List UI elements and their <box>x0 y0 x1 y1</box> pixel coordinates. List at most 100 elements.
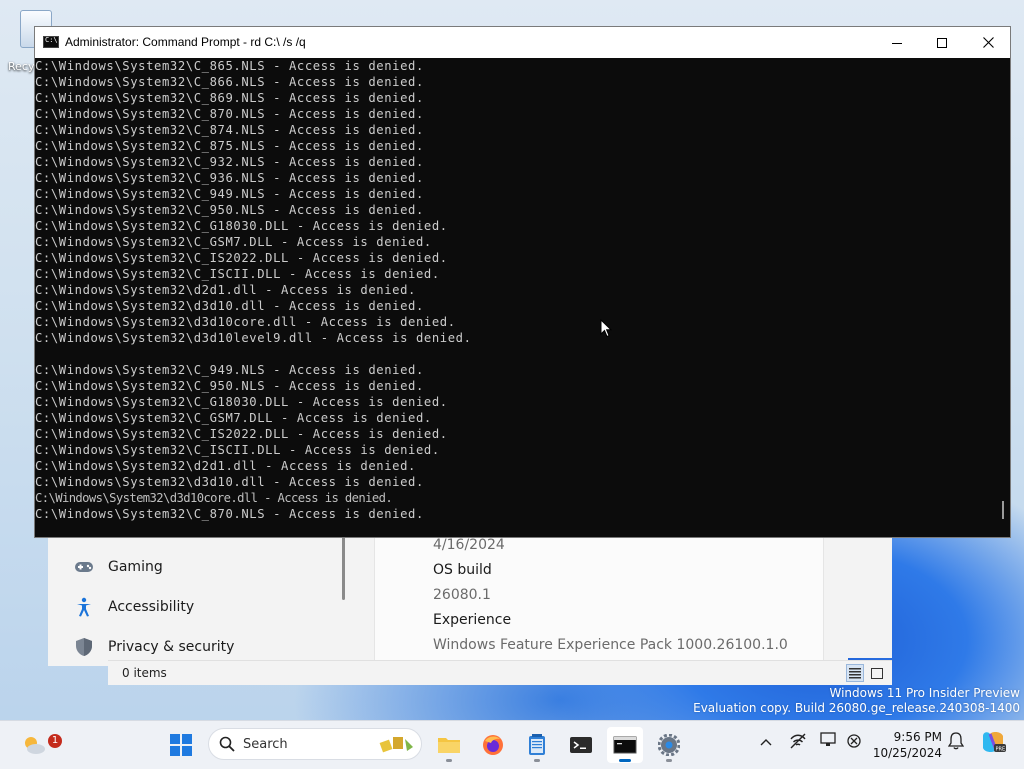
explorer-status-bar: 0 items <box>108 660 892 685</box>
svg-text:PRE: PRE <box>996 747 1006 753</box>
gamepad-icon <box>74 557 94 577</box>
shield-icon <box>74 637 94 657</box>
details-view-button[interactable] <box>846 664 864 682</box>
console-line: C:\Windows\System32\C_950.NLS - Access i… <box>35 203 424 217</box>
experience-value: Windows Feature Experience Pack 1000.261… <box>433 637 788 653</box>
settings-nav: Gaming Accessibility Privacy & security <box>48 536 344 666</box>
taskbar-clock[interactable]: 9:56 PM 10/25/2024 <box>870 729 942 761</box>
taskbar-firefox[interactable] <box>475 727 511 763</box>
console-line: C:\Windows\System32\C_IS2022.DLL - Acces… <box>35 251 448 265</box>
start-button[interactable] <box>163 727 199 763</box>
terminal-icon <box>570 737 592 753</box>
volume-muted-icon[interactable] <box>846 733 862 752</box>
console-line: C:\Windows\System32\C_G18030.DLL - Acces… <box>35 219 448 233</box>
minimize-icon <box>892 42 902 44</box>
firefox-icon <box>483 735 503 755</box>
console-line: C:\Windows\System32\C_870.NLS - Access i… <box>35 107 424 121</box>
watermark-edition: Windows 11 Pro Insider Preview <box>829 686 1020 700</box>
settings-gear-icon <box>658 734 680 756</box>
console-line: C:\Windows\System32\C_870.NLS - Access i… <box>35 507 424 521</box>
weather-widget[interactable]: 1 <box>16 727 62 763</box>
cmd-app-icon <box>43 36 59 48</box>
console-line: C:\Windows\System32\C_866.NLS - Access i… <box>35 75 424 89</box>
explorer-window-edge <box>848 536 892 658</box>
nav-item-accessibility[interactable]: Accessibility <box>74 595 194 619</box>
nav-item-privacy-security[interactable]: Privacy & security <box>74 635 234 659</box>
console-line: C:\Windows\System32\C_932.NLS - Access i… <box>35 155 424 169</box>
nav-label-gaming: Gaming <box>108 559 163 575</box>
taskbar-search-box[interactable]: Search <box>208 728 422 760</box>
search-label: Search <box>243 737 288 752</box>
weather-notification-badge: 1 <box>48 734 62 748</box>
cmd-titlebar[interactable]: Administrator: Command Prompt - rd C:\ /… <box>35 27 1010 58</box>
console-line: C:\Windows\System32\C_949.NLS - Access i… <box>35 187 424 201</box>
maximize-button[interactable] <box>919 27 965 58</box>
console-line: C:\Windows\System32\d3d10core.dll - Acce… <box>35 315 456 329</box>
console-line: C:\Windows\System32\d3d10.dll - Access i… <box>35 299 424 313</box>
network-status-icon[interactable] <box>789 733 807 752</box>
copilot-icon[interactable]: PRE <box>980 730 1006 757</box>
notepad-icon <box>529 734 545 755</box>
chevron-up-icon <box>760 739 772 746</box>
clock-time: 9:56 PM <box>893 730 942 744</box>
notifications-bell-icon[interactable] <box>947 732 965 753</box>
console-line: C:\Windows\System32\C_874.NLS - Access i… <box>35 123 424 137</box>
command-prompt-icon <box>613 736 637 754</box>
console-line: C:\Windows\System32\C_IS2022.DLL - Acces… <box>35 427 448 441</box>
folder-icon <box>438 738 460 753</box>
nav-label-privacy-security: Privacy & security <box>108 639 235 655</box>
os-build-value: 26080.1 <box>433 587 491 603</box>
install-date-value: 4/16/2024 <box>433 537 505 553</box>
close-icon <box>982 37 994 48</box>
taskbar-file-explorer[interactable] <box>431 727 467 763</box>
console-line: C:\Windows\System32\d3d10core.dll - Acce… <box>35 491 393 505</box>
console-line: C:\Windows\System32\C_ISCII.DLL - Access… <box>35 443 440 457</box>
console-line: C:\Windows\System32\C_869.NLS - Access i… <box>35 91 424 105</box>
weather-icon <box>25 737 45 754</box>
taskbar-command-prompt[interactable] <box>607 727 643 763</box>
taskbar-notepad[interactable] <box>519 727 555 763</box>
console-line: C:\Windows\System32\d3d10level9.dll - Ac… <box>35 331 472 345</box>
windows-logo-icon <box>170 734 192 756</box>
console-line: C:\Windows\System32\d2d1.dll - Access is… <box>35 283 416 297</box>
taskbar: 1 Search 9:56 PM 10/25/2024 PRE <box>0 720 1024 769</box>
console-line: C:\Windows\System32\C_ISCII.DLL - Access… <box>35 267 440 281</box>
display-icon[interactable] <box>820 732 838 751</box>
command-prompt-window: Administrator: Command Prompt - rd C:\ /… <box>34 26 1011 538</box>
taskbar-terminal[interactable] <box>563 727 599 763</box>
console-line: C:\Windows\System32\C_949.NLS - Access i… <box>35 363 424 377</box>
console-line: C:\Windows\System32\C_950.NLS - Access i… <box>35 379 424 393</box>
search-highlight-icon <box>377 733 417 758</box>
watermark-build: Evaluation copy. Build 26080.ge_release.… <box>693 701 1020 715</box>
console-line: C:\Windows\System32\d2d1.dll - Access is… <box>35 459 416 473</box>
maximize-icon <box>937 37 947 48</box>
os-build-label: OS build <box>433 562 492 578</box>
nav-label-accessibility: Accessibility <box>108 599 195 615</box>
experience-label: Experience <box>433 612 512 628</box>
console-output[interactable]: C:\Windows\System32\C_865.NLS - Access i… <box>35 58 995 536</box>
mouse-pointer-icon <box>600 318 613 341</box>
console-line: C:\Windows\System32\C_GSM7.DLL - Access … <box>35 235 432 249</box>
close-button[interactable] <box>965 27 1011 58</box>
show-hidden-icons-button[interactable] <box>760 735 772 749</box>
recycle-bin-label: Recy <box>8 60 35 73</box>
windows-specifications-card: 4/16/2024 OS build 26080.1 Experience Wi… <box>374 536 824 665</box>
nav-scrollbar[interactable] <box>342 536 345 600</box>
search-icon <box>219 736 235 755</box>
large-icons-view-button[interactable] <box>868 664 886 682</box>
console-line: C:\Windows\System32\C_865.NLS - Access i… <box>35 59 424 73</box>
item-count: 0 items <box>122 666 167 680</box>
console-line: C:\Windows\System32\d3d10.dll - Access i… <box>35 475 424 489</box>
minimize-button[interactable] <box>874 27 920 58</box>
cmd-window-title: Administrator: Command Prompt - rd C:\ /… <box>65 35 306 49</box>
console-line: C:\Windows\System32\C_G18030.DLL - Acces… <box>35 395 448 409</box>
clock-date: 10/25/2024 <box>872 746 942 760</box>
nav-item-gaming[interactable]: Gaming <box>74 555 163 579</box>
console-line: C:\Windows\System32\C_936.NLS - Access i… <box>35 171 424 185</box>
taskbar-settings[interactable] <box>651 727 687 763</box>
console-line: C:\Windows\System32\C_GSM7.DLL - Access … <box>35 411 432 425</box>
accessibility-icon <box>74 597 94 617</box>
settings-window: Gaming Accessibility Privacy & security … <box>48 536 848 666</box>
console-scrollbar-thumb[interactable] <box>1002 501 1004 519</box>
